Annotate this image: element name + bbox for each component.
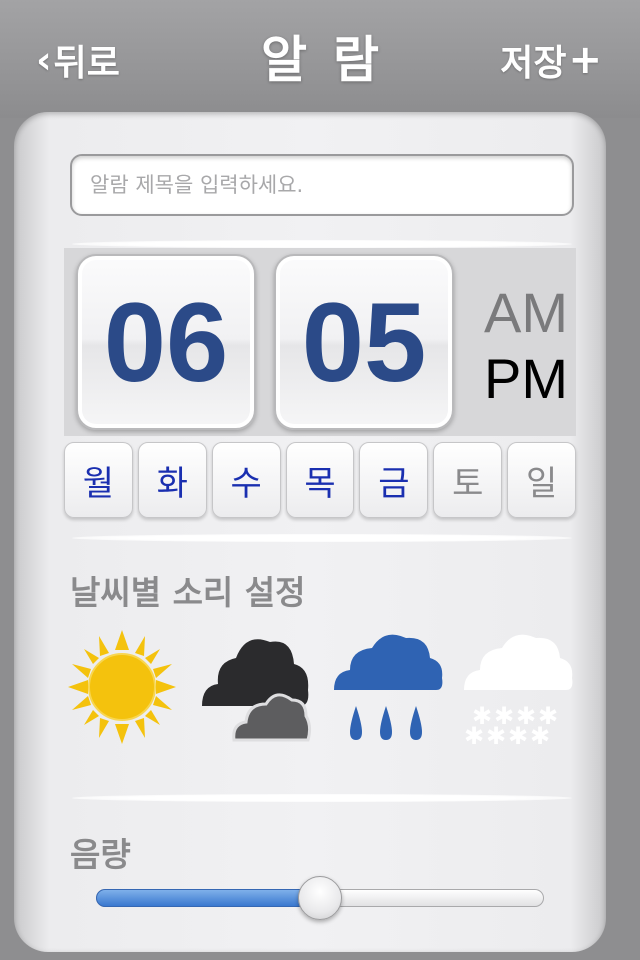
plus-icon: + [568, 37, 602, 83]
volume-slider[interactable] [96, 874, 544, 922]
weather-icons: ✱ ✱ ✱ ✱ ✱ ✱ ✱ ✱ [66, 628, 578, 746]
repeat-days: 월 화 수 목 금 토 일 [64, 442, 577, 518]
back-button-label: 뒤로 [53, 43, 120, 84]
day-toggle-mon[interactable]: 월 [64, 442, 133, 518]
svg-text:✱: ✱ [530, 722, 550, 746]
page-title: 알람 [261, 31, 405, 89]
day-toggle-wed[interactable]: 수 [211, 442, 281, 518]
divider [72, 240, 572, 248]
snow-icon[interactable]: ✱ ✱ ✱ ✱ ✱ ✱ ✱ ✱ [462, 628, 574, 746]
divider [72, 534, 572, 542]
back-button[interactable]: ‹ 뒤로 [36, 36, 120, 84]
svg-text:✱: ✱ [464, 722, 484, 746]
svg-text:✱: ✱ [508, 722, 528, 746]
volume-slider-thumb[interactable] [298, 876, 342, 920]
day-toggle-sun[interactable]: 일 [507, 442, 577, 518]
chevron-left-icon: ‹ [36, 38, 52, 82]
navigation-bar: ‹ 뒤로 알람 저장 + [0, 0, 640, 118]
day-toggle-tue[interactable]: 화 [137, 442, 207, 518]
day-toggle-thu[interactable]: 목 [285, 442, 355, 518]
minute-picker[interactable]: 05 [274, 254, 454, 430]
day-toggle-fri[interactable]: 금 [359, 442, 429, 518]
volume-label: 음량 [70, 835, 131, 874]
divider [72, 794, 572, 802]
cloudy-icon[interactable] [200, 628, 312, 746]
weather-sound-label: 날씨별 소리 설정 [70, 573, 306, 612]
sun-icon[interactable] [66, 628, 178, 746]
volume-slider-fill [96, 889, 320, 907]
save-button[interactable]: 저장 + [500, 36, 602, 84]
rain-icon[interactable] [332, 628, 444, 746]
hour-picker[interactable]: 06 [76, 254, 256, 430]
am-toggle[interactable]: AM [476, 280, 576, 345]
alarm-settings-panel [14, 112, 606, 952]
svg-text:✱: ✱ [486, 722, 506, 746]
day-toggle-sat[interactable]: 토 [433, 442, 503, 518]
pm-toggle[interactable]: PM [476, 346, 576, 411]
alarm-title-input[interactable] [70, 154, 574, 216]
save-button-label: 저장 [500, 43, 567, 84]
